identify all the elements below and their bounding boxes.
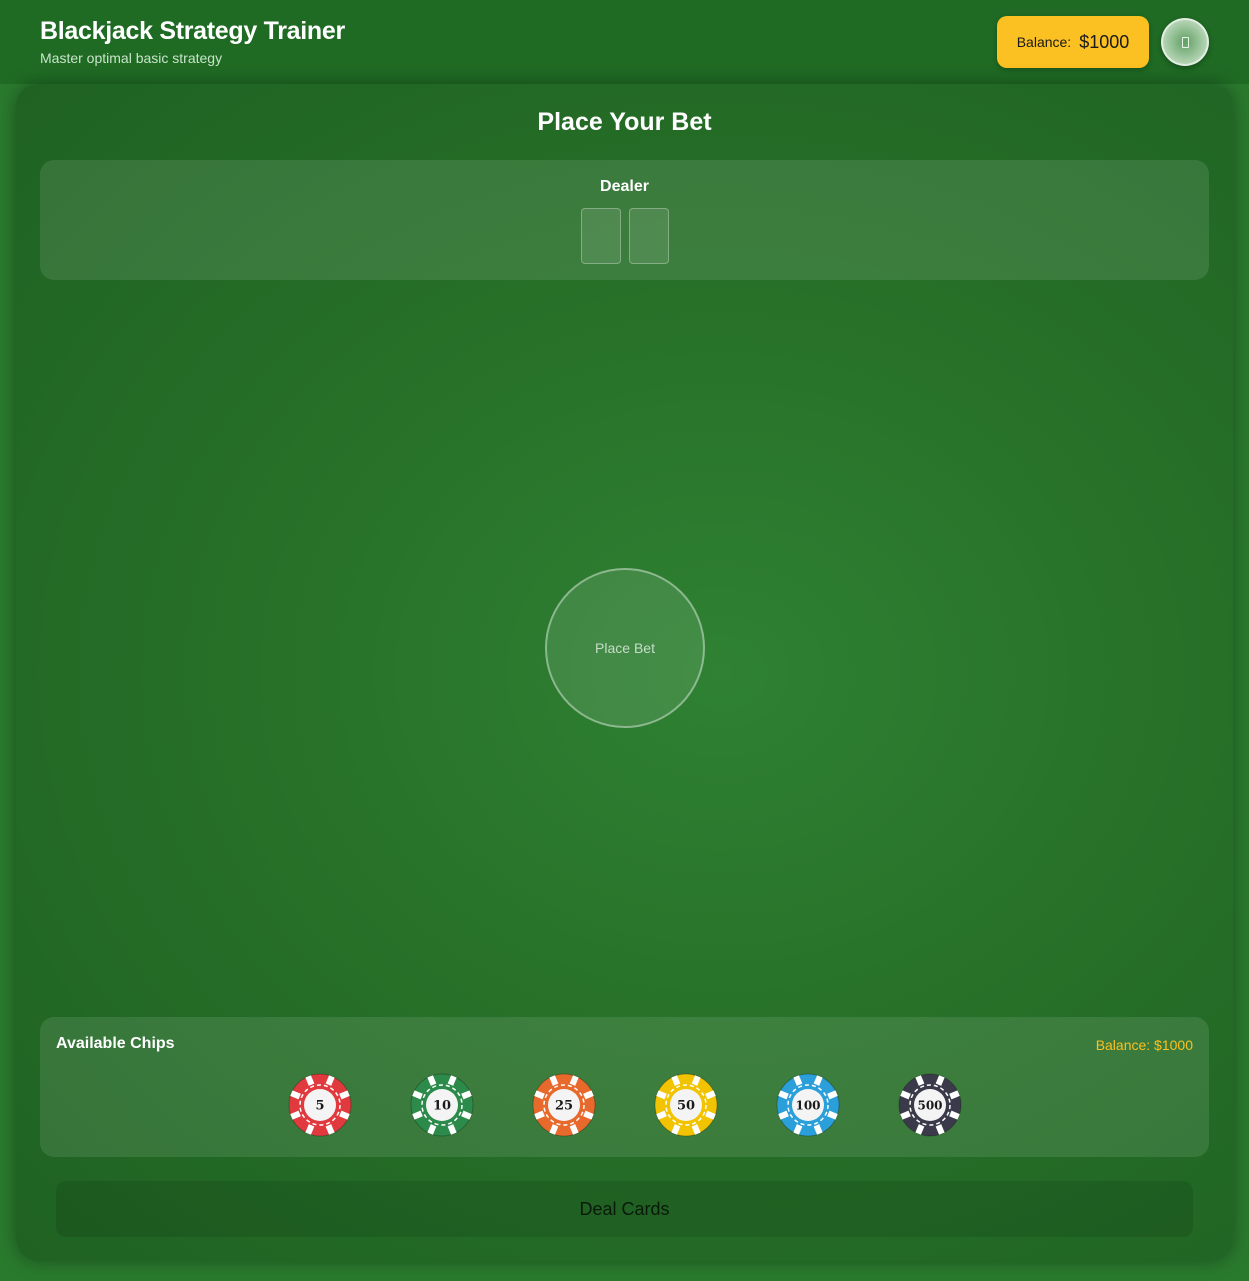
app-subtitle: Master optimal basic strategy	[40, 50, 223, 66]
deal-cards-label: Deal Cards	[579, 1198, 670, 1219]
chip-25[interactable]: 25	[532, 1073, 596, 1137]
chips-balance: Balance: $1000	[1095, 1037, 1193, 1053]
chip-graphic: 10	[410, 1073, 474, 1137]
dealer-card-slot	[629, 208, 669, 264]
chip-10[interactable]: 10	[410, 1073, 474, 1137]
blackjack-table: Place Your Bet Dealer Place Bet Availabl…	[16, 84, 1233, 1261]
dealer-card-slot	[581, 208, 621, 264]
chip-graphic: 100	[776, 1073, 840, 1137]
balance-label: Balance:	[1016, 34, 1072, 50]
chip-graphic: 500	[898, 1073, 962, 1137]
dealer-area: Dealer	[40, 160, 1209, 280]
chip-500[interactable]: 500	[898, 1073, 962, 1137]
app-header: Blackjack Strategy Trainer Master optima…	[0, 0, 1249, 84]
chip-value-label: 5	[315, 1099, 324, 1114]
balance-value: $1000	[1079, 31, 1130, 52]
chip-graphic: 25	[532, 1073, 596, 1137]
chip-value-label: 50	[677, 1099, 695, 1114]
bet-spot[interactable]: Place Bet	[545, 568, 705, 728]
table-title: Place Your Bet	[537, 108, 712, 136]
card-icon	[1181, 36, 1189, 48]
chip-50[interactable]: 50	[654, 1073, 718, 1137]
chip-graphic: 50	[654, 1073, 718, 1137]
bet-spot-label: Place Bet	[595, 640, 655, 656]
dealer-label: Dealer	[600, 178, 649, 195]
chip-100[interactable]: 100	[776, 1073, 840, 1137]
chip-value-label: 100	[795, 1099, 820, 1113]
balance-display[interactable]: Balance: $1000	[997, 16, 1149, 68]
chip-graphic: 5	[288, 1073, 352, 1137]
chip-value-label: 25	[555, 1099, 573, 1114]
chips-title: Available Chips	[56, 1035, 175, 1052]
chips-panel: Available Chips Balance: $1000 5 10 25 50 10…	[40, 1017, 1209, 1157]
chip-5[interactable]: 5	[288, 1073, 352, 1137]
chip-value-label: 10	[433, 1099, 451, 1114]
strategy-menu-button[interactable]	[1161, 18, 1209, 66]
chip-value-label: 500	[917, 1099, 942, 1113]
deal-cards-button[interactable]: Deal Cards	[56, 1181, 1193, 1237]
app-title: Blackjack Strategy Trainer	[40, 17, 345, 45]
